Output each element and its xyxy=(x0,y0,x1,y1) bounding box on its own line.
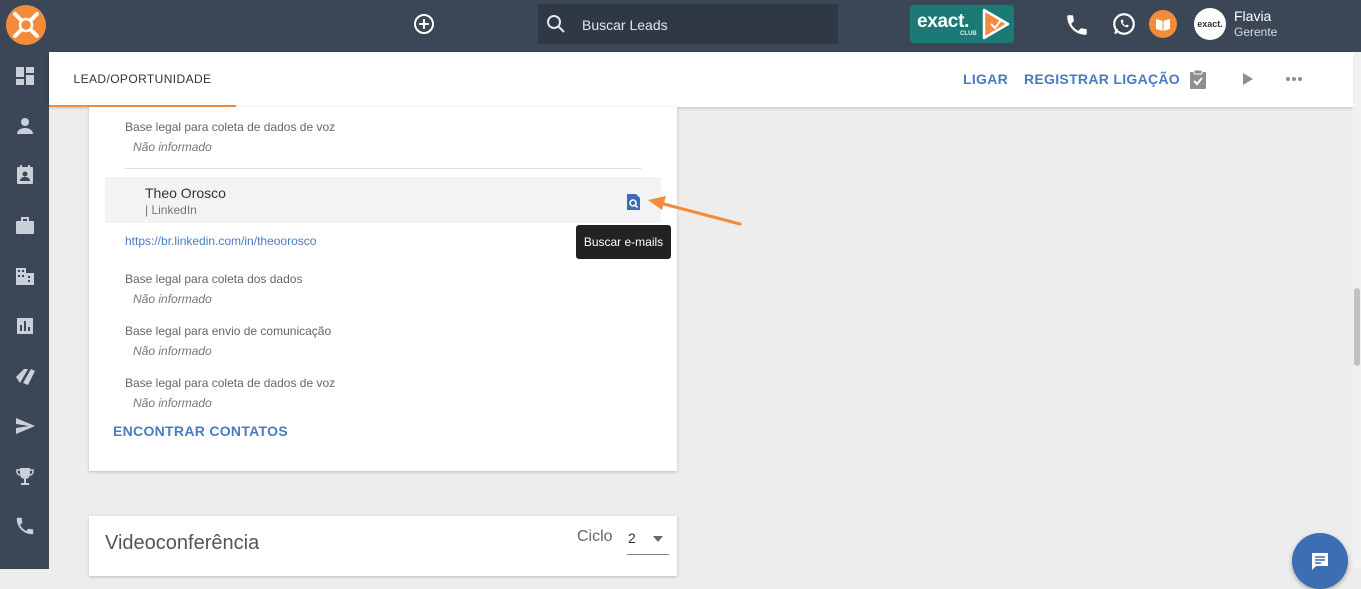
tooltip: Buscar e-mails xyxy=(576,225,671,259)
phone-icon[interactable] xyxy=(14,515,36,537)
avatar[interactable]: exact. xyxy=(1194,8,1226,40)
club-brand: exact. xyxy=(917,11,970,32)
chart-icon[interactable] xyxy=(14,315,36,337)
briefcase-icon[interactable] xyxy=(14,215,36,237)
whatsapp-icon[interactable] xyxy=(1111,11,1137,37)
ciclo-select[interactable]: 2 xyxy=(627,526,669,555)
contact-source: | LinkedIn xyxy=(145,203,197,217)
divider xyxy=(125,168,641,169)
tab-lead-oportunidade[interactable]: LEAD/OPORTUNIDADE xyxy=(49,52,236,107)
linkedin-link[interactable]: https://br.linkedin.com/in/theoorosco xyxy=(125,234,316,248)
person-icon[interactable] xyxy=(14,115,36,137)
user-name[interactable]: Flavia xyxy=(1234,8,1271,24)
ciclo-value: 2 xyxy=(628,530,636,546)
field-value: Não informado xyxy=(133,344,212,358)
contacts-card: Base legal para coleta de dados de voz N… xyxy=(89,107,677,471)
search-box xyxy=(538,4,838,46)
field-value: Não informado xyxy=(133,292,212,306)
chevron-down-icon xyxy=(653,536,663,542)
exact-club-button[interactable]: exact. CLUB xyxy=(910,5,1014,43)
phone-icon[interactable] xyxy=(1064,12,1090,38)
more-horizontal-icon[interactable] xyxy=(1283,68,1305,90)
ciclo-label: Ciclo xyxy=(577,528,613,545)
plus-circle-icon[interactable] xyxy=(413,13,435,35)
sidebar xyxy=(0,52,49,569)
clipboard-check-icon[interactable] xyxy=(1187,68,1209,90)
search-icon xyxy=(547,15,565,33)
field-label: Base legal para coleta de dados de voz xyxy=(125,120,336,134)
section-title: Videoconferência xyxy=(105,532,260,554)
book-icon xyxy=(1156,19,1170,31)
contacts-icon[interactable] xyxy=(14,164,36,186)
exact-sales-logo-icon[interactable] xyxy=(5,4,47,46)
scrollbar-thumb[interactable] xyxy=(1354,288,1360,366)
play-icon[interactable] xyxy=(1236,68,1258,90)
call-button[interactable]: LIGAR xyxy=(963,71,1008,87)
tags-icon[interactable] xyxy=(14,365,36,387)
building-icon[interactable] xyxy=(14,265,36,287)
register-call-button[interactable]: REGISTRAR LIGAÇÃO xyxy=(1024,71,1180,87)
club-subtext: CLUB xyxy=(960,31,977,37)
dashboard-icon[interactable] xyxy=(14,65,36,87)
search-input[interactable] xyxy=(580,4,834,46)
field-value: Não informado xyxy=(133,140,212,154)
field-label: Base legal para coleta dos dados xyxy=(125,272,303,286)
video-conference-card: Videoconferência Ciclo 2 xyxy=(89,516,677,576)
field-label: Base legal para coleta de dados de voz xyxy=(125,376,336,390)
lead-header: LEAD/OPORTUNIDADE LIGAR REGISTRAR LIGAÇÃ… xyxy=(49,52,1353,107)
field-label: Base legal para envio de comunicação xyxy=(125,324,332,338)
top-bar: exact. CLUB exact. Flavia Gerente xyxy=(0,0,1361,52)
user-role: Gerente xyxy=(1234,25,1278,39)
chat-button[interactable] xyxy=(1292,533,1348,589)
club-play-icon xyxy=(982,8,1010,40)
contact-row[interactable]: Theo Orosco | LinkedIn xyxy=(105,177,661,223)
find-contacts-button[interactable]: ENCONTRAR CONTATOS xyxy=(113,423,288,439)
trophy-icon[interactable] xyxy=(14,465,36,487)
contact-name: Theo Orosco xyxy=(145,185,226,201)
field-value: Não informado xyxy=(133,396,212,410)
chat-icon xyxy=(1312,553,1328,570)
learning-button[interactable] xyxy=(1149,10,1177,38)
send-icon[interactable] xyxy=(14,415,36,437)
